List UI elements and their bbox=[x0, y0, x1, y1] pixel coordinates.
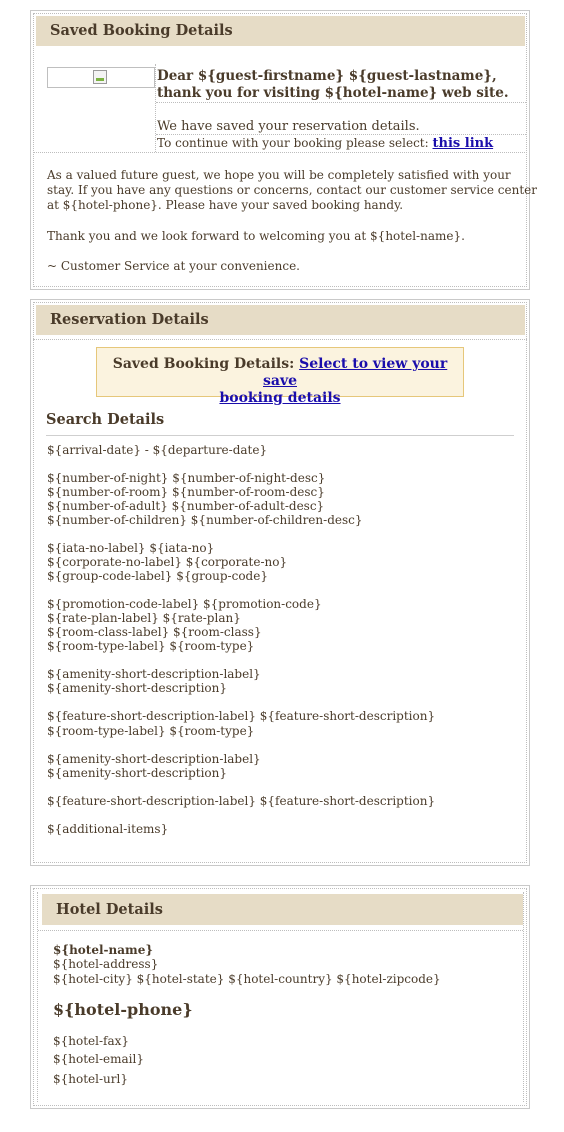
hotel-logo-image bbox=[47, 67, 155, 88]
body-line-3: at ${hotel-phone}. Please have your save… bbox=[47, 198, 404, 212]
reservation-header-divider bbox=[33, 339, 527, 340]
saved-message-divider bbox=[156, 134, 526, 135]
broken-image-icon bbox=[93, 70, 107, 84]
search-line: ${feature-short-description-label} ${fea… bbox=[47, 709, 436, 723]
hotel-header-divider bbox=[38, 930, 523, 931]
search-line: ${room-class-label} ${room-class} bbox=[47, 625, 262, 639]
search-line: ${amenity-short-description} bbox=[47, 681, 228, 695]
search-line: ${number-of-night} ${number-of-night-des… bbox=[47, 471, 326, 485]
search-line: ${corporate-no-label} ${corporate-no} bbox=[47, 555, 288, 569]
body-line-1: As a valued future guest, we hope you wi… bbox=[47, 168, 511, 182]
signature-text: ~ Customer Service at your convenience. bbox=[47, 259, 300, 273]
thanks-text: Thank you and we look forward to welcomi… bbox=[47, 229, 465, 243]
greeting-divider bbox=[156, 102, 526, 103]
search-line: ${number-of-room} ${number-of-room-desc} bbox=[47, 485, 325, 499]
reservation-header: Reservation Details bbox=[36, 305, 525, 335]
hotel-panel-inner-left bbox=[37, 892, 38, 1102]
search-line: ${additional-items} bbox=[47, 822, 169, 836]
search-line: ${amenity-short-description-label} bbox=[47, 667, 261, 681]
saved-message: We have saved your reservation details. bbox=[157, 119, 420, 134]
hotel-name: ${hotel-name} bbox=[53, 943, 154, 957]
hotel-panel-inner-right bbox=[523, 892, 524, 1102]
hotel-email: ${hotel-email} bbox=[53, 1052, 144, 1066]
hotel-fax: ${hotel-fax} bbox=[53, 1034, 130, 1048]
search-line: ${number-of-adult} ${number-of-adult-des… bbox=[47, 499, 325, 513]
promo-link-line-2: booking details bbox=[219, 390, 341, 406]
hotel-city-line: ${hotel-city} ${hotel-state} ${hotel-cou… bbox=[53, 972, 441, 986]
hotel-url: ${hotel-url} bbox=[53, 1072, 128, 1086]
greeting-divider-vertical bbox=[155, 64, 156, 152]
hotel-header: Hotel Details bbox=[42, 894, 523, 925]
hotel-phone: ${hotel-phone} bbox=[53, 1000, 193, 1019]
continue-prefix: To continue with your booking please sel… bbox=[157, 136, 429, 150]
search-line: ${group-code-label} ${group-code} bbox=[47, 569, 268, 583]
hotel-address: ${hotel-address} bbox=[53, 957, 159, 971]
greeting-section-divider bbox=[33, 152, 527, 153]
greeting-line-1: Dear ${guest-firstname} ${guest-lastname… bbox=[157, 68, 497, 84]
search-line: ${room-type-label} ${room-type} bbox=[47, 639, 255, 653]
search-line: ${amenity-short-description-label} bbox=[47, 752, 261, 766]
search-line: ${rate-plan-label} ${rate-plan} bbox=[47, 611, 241, 625]
saved-booking-promo-box: Saved Booking Details: Select to view yo… bbox=[96, 347, 464, 406]
greeting-line-2: thank you for visiting ${hotel-name} web… bbox=[157, 85, 509, 101]
continue-booking-link[interactable]: this link bbox=[433, 136, 494, 151]
search-line: ${iata-no-label} ${iata-no} bbox=[47, 541, 215, 555]
search-line: ${room-type-label} ${room-type} bbox=[47, 724, 255, 738]
search-line: ${amenity-short-description} bbox=[47, 766, 228, 780]
saved-booking-header: Saved Booking Details bbox=[36, 16, 525, 46]
body-line-2: stay. If you have any questions or conce… bbox=[47, 183, 537, 197]
promo-label: Saved Booking Details: bbox=[112, 356, 295, 372]
search-details-title: Search Details bbox=[46, 411, 165, 428]
continue-line: To continue with your booking please sel… bbox=[157, 136, 493, 151]
search-line: ${arrival-date} - ${departure-date} bbox=[47, 443, 268, 457]
search-line: ${number-of-children} ${number-of-childr… bbox=[47, 513, 363, 527]
search-line: ${feature-short-description-label} ${fea… bbox=[47, 794, 436, 808]
search-details-rule bbox=[46, 435, 514, 436]
search-line: ${promotion-code-label} ${promotion-code… bbox=[47, 597, 322, 611]
